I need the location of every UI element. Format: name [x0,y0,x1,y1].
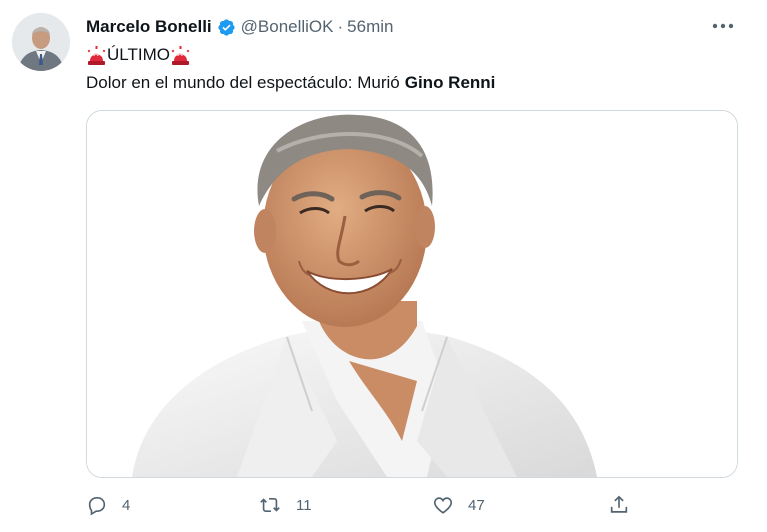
avatar[interactable] [12,13,70,71]
separator-dot: · [337,17,344,36]
retweet-button[interactable]: 11 [258,490,312,520]
siren-icon [170,45,191,66]
more-options-button[interactable] [708,14,738,38]
share-button[interactable] [608,490,630,520]
tweet-headline: ÚLTIMO [86,43,191,67]
like-button[interactable]: 47 [432,490,485,520]
retweet-count: 11 [296,496,312,514]
tweet-header: Marcelo Bonelli @BonelliOK · 56min [86,15,393,39]
photo-portrait [87,111,737,477]
author-name[interactable]: Marcelo Bonelli [86,17,212,37]
reply-count: 4 [122,496,131,514]
tweet-photo[interactable] [86,110,738,478]
tweet-text: Dolor en el mundo del espectáculo: Murió… [86,71,495,95]
more-horizontal-icon [712,23,734,29]
reply-button[interactable]: 4 [86,490,130,520]
reply-icon [88,497,106,516]
tweet-text-body: Dolor en el mundo del espectáculo: Murió [86,73,400,92]
like-count: 47 [468,496,485,514]
headline-text: ÚLTIMO [107,45,170,64]
avatar-image [12,13,70,71]
share-icon [610,495,628,513]
retweet-icon [260,498,280,512]
heart-icon [433,497,453,514]
tweet-text-bold: Gino Renni [404,73,496,92]
tweet[interactable]: Marcelo Bonelli @BonelliOK · 56min ÚLTIM… [0,0,767,532]
verified-badge-icon [217,18,236,37]
tweet-actions: 4 11 47 [86,490,646,520]
author-handle[interactable]: @BonelliOK [241,17,334,37]
tweet-timestamp[interactable]: 56min [347,17,393,37]
siren-icon [86,45,107,66]
